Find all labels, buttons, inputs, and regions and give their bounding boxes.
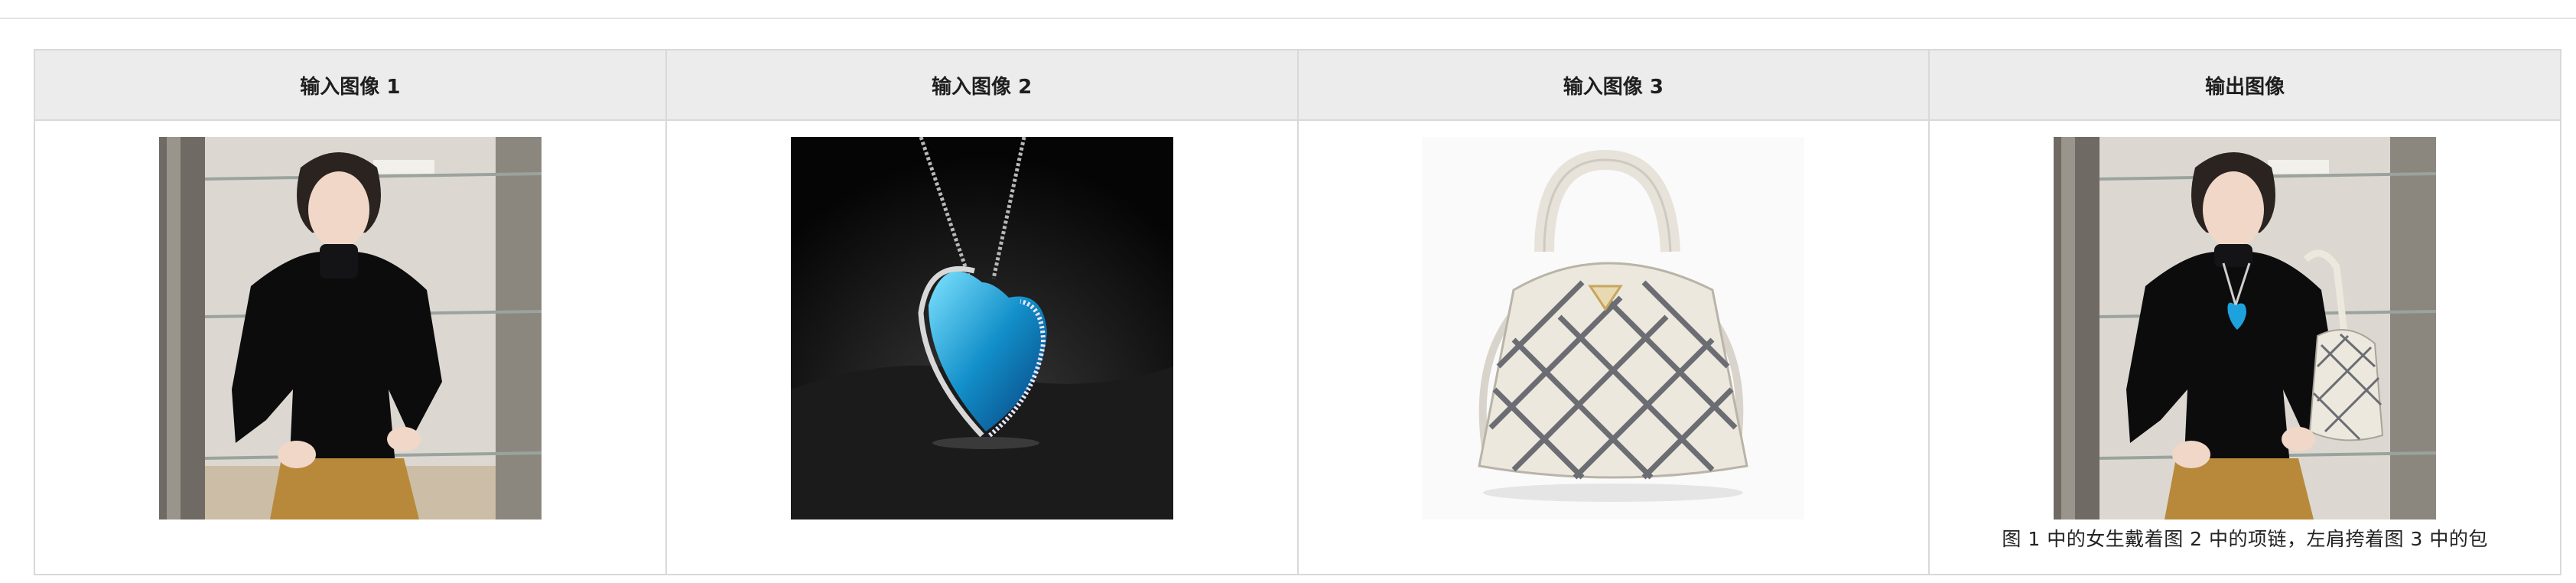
header-input-image-2: 输入图像 2 — [665, 49, 1299, 121]
header-input-image-1: 输入图像 1 — [34, 49, 667, 121]
header-input-image-3: 输入图像 3 — [1296, 49, 1930, 121]
image-row: 图 1 中的女生戴着图 2 中的项链，左肩挎着图 3 中的包 — [34, 119, 2561, 575]
cell-input-image-3 — [1296, 119, 1930, 575]
header-row: 输入图像 1 输入图像 2 输入图像 3 输出图像 — [34, 49, 2561, 121]
input-image-1-woman — [158, 137, 542, 519]
cell-output-image: 图 1 中的女生戴着图 2 中的项链，左肩挎着图 3 中的包 — [1928, 119, 2561, 575]
input-image-2-necklace — [790, 137, 1173, 519]
output-caption: 图 1 中的女生戴着图 2 中的项链，左肩挎着图 3 中的包 — [2002, 528, 2488, 550]
top-divider — [0, 18, 2576, 19]
output-image-composite — [2054, 137, 2437, 519]
header-output-image: 输出图像 — [1928, 49, 2561, 121]
cell-input-image-1 — [34, 119, 667, 575]
cell-input-image-2 — [665, 119, 1299, 575]
input-image-3-handbag — [1422, 137, 1805, 519]
comparison-table: 输入图像 1 输入图像 2 输入图像 3 输出图像 图 1 中的女生戴着图 2 … — [34, 49, 2561, 575]
